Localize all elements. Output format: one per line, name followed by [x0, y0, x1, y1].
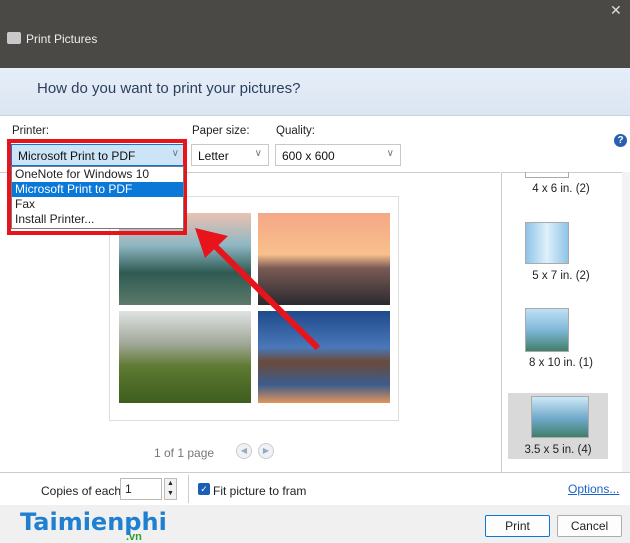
layout-label[interactable]: 3.5 x 5 in. (4): [508, 444, 608, 456]
copies-input[interactable]: 1: [120, 478, 162, 500]
copies-stepper[interactable]: ▲ ▼: [164, 478, 177, 500]
layout-thumb-5x7[interactable]: [525, 222, 569, 264]
layout-thumb-4x6[interactable]: [525, 172, 569, 178]
printer-option[interactable]: OneNote for Windows 10: [12, 167, 183, 182]
layout-scrollbar[interactable]: [622, 172, 630, 472]
layout-label[interactable]: 5 x 7 in. (2): [501, 270, 621, 282]
layout-thumb-8x10[interactable]: [525, 308, 569, 352]
divider: [188, 475, 189, 503]
print-settings-bar: Copies of each 1 ▲ ▼ ✓ Fit picture to fra…: [0, 472, 630, 506]
options-link[interactable]: Options...: [568, 482, 619, 496]
footer: Taimienphi .vn Print Cancel: [0, 505, 630, 543]
layout-thumb-3.5x5[interactable]: [531, 396, 589, 438]
fit-picture-checkbox[interactable]: ✓: [198, 483, 210, 495]
cancel-button[interactable]: Cancel: [557, 515, 622, 537]
printer-option-selected[interactable]: Microsoft Print to PDF: [12, 182, 183, 197]
watermark-logo: Taimienphi: [20, 508, 167, 536]
layout-label[interactable]: 4 x 6 in. (2): [501, 183, 621, 195]
watermark-domain: .vn: [126, 531, 142, 543]
printer-option[interactable]: Install Printer...: [12, 212, 183, 227]
copies-value: 1: [125, 482, 132, 496]
copies-label: Copies of each: [41, 484, 122, 498]
watermark-text: Taimienphi: [20, 508, 167, 536]
print-button[interactable]: Print: [485, 515, 550, 537]
layout-label[interactable]: 8 x 10 in. (1): [501, 357, 621, 369]
fit-picture-label[interactable]: Fit picture to fram: [213, 484, 306, 498]
printer-dropdown-list[interactable]: OneNote for Windows 10 Microsoft Print t…: [11, 166, 184, 229]
printer-option[interactable]: Fax: [12, 197, 183, 212]
